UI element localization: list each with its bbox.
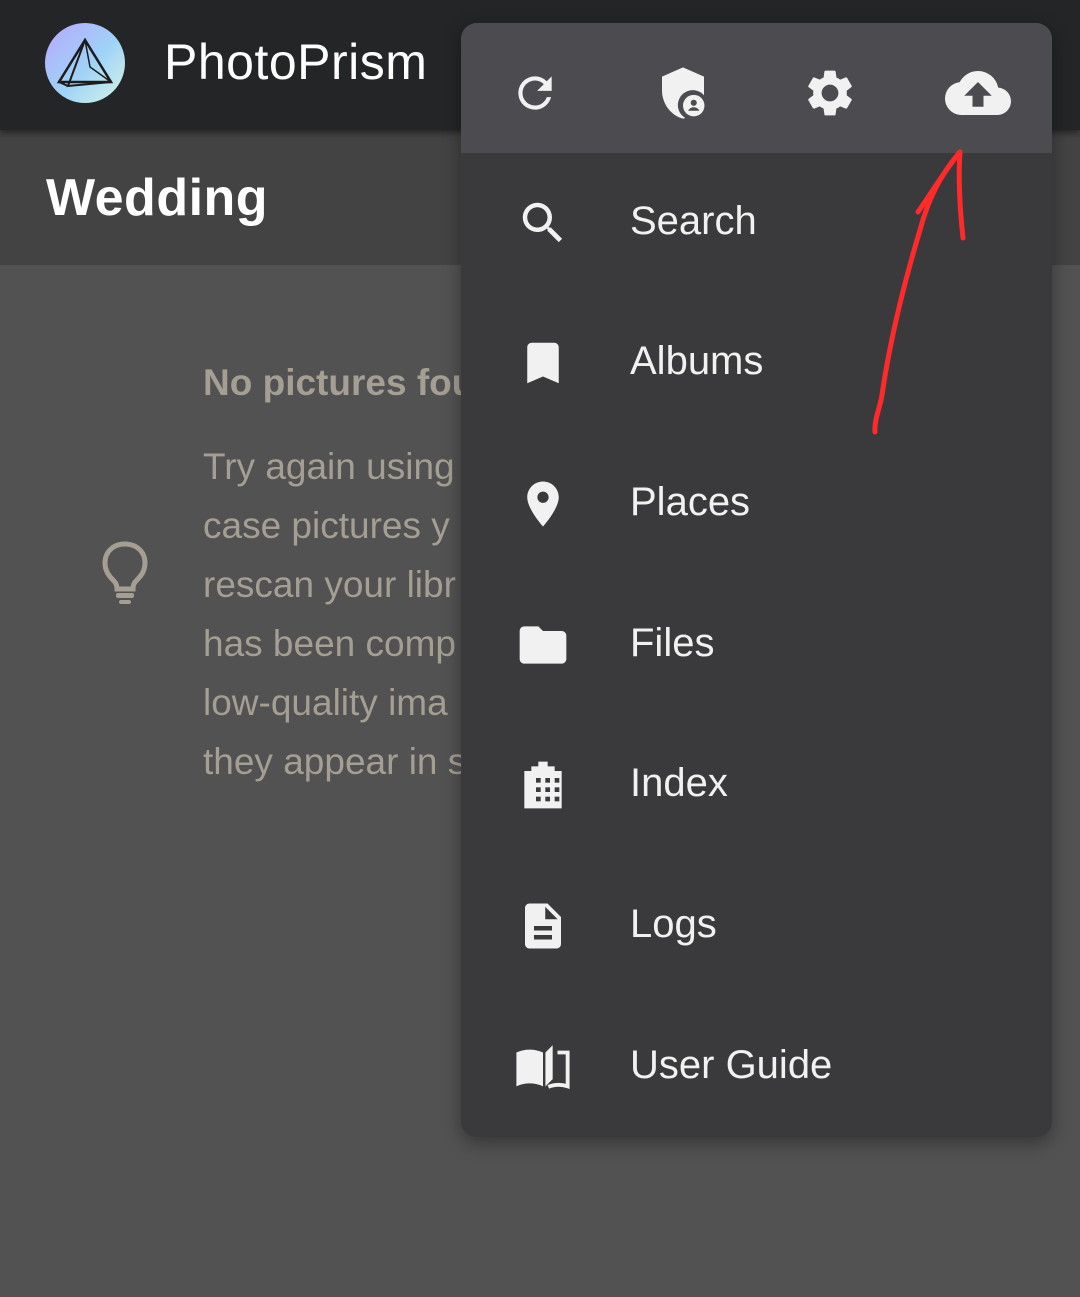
menu-item-logs[interactable]: Logs xyxy=(461,856,1052,996)
menu-item-label: Logs xyxy=(630,902,717,946)
book-open-icon xyxy=(513,1037,573,1097)
menu-item-label: Files xyxy=(630,621,715,665)
menu-item-places[interactable]: Places xyxy=(461,434,1052,574)
search-icon xyxy=(513,193,573,253)
lightbulb-icon xyxy=(100,540,150,606)
menu-item-label: Search xyxy=(630,199,757,243)
menu-item-files[interactable]: Files xyxy=(461,575,1052,715)
settings-gear-icon[interactable] xyxy=(795,58,865,128)
menu-item-albums[interactable]: Albums xyxy=(461,293,1052,433)
empty-state-line: Try again using xyxy=(203,446,455,487)
navigation-menu: Search Albums Places Files Index Logs Us… xyxy=(461,23,1052,1137)
document-icon xyxy=(513,896,573,956)
menu-item-label: Index xyxy=(630,761,728,805)
menu-item-user-guide[interactable]: User Guide xyxy=(461,997,1052,1137)
film-icon xyxy=(513,755,573,815)
menu-item-search[interactable]: Search xyxy=(461,153,1052,293)
empty-state-line: has been comp xyxy=(203,623,457,664)
photoprism-logo[interactable] xyxy=(45,23,125,103)
folder-icon xyxy=(513,615,573,675)
admin-shield-icon[interactable] xyxy=(648,58,718,128)
empty-state-line: rescan your libr xyxy=(203,564,456,605)
cloud-upload-icon[interactable] xyxy=(943,58,1013,128)
menu-item-index[interactable]: Index xyxy=(461,715,1052,855)
menu-item-label: Places xyxy=(630,480,751,524)
location-pin-icon xyxy=(513,474,573,534)
empty-state-line: they appear in s xyxy=(203,741,467,782)
refresh-icon[interactable] xyxy=(500,58,570,128)
empty-state-message: Try again using case pictures y rescan y… xyxy=(203,437,466,791)
menu-item-label: Albums xyxy=(630,339,764,383)
empty-state-title: No pictures fou xyxy=(203,362,475,403)
menu-item-label: User Guide xyxy=(630,1043,833,1087)
app-title: PhotoPrism xyxy=(164,34,428,90)
menu-actions-bar xyxy=(461,23,1052,153)
page-title: Wedding xyxy=(46,169,269,227)
bookmark-icon xyxy=(513,333,573,393)
empty-state-line: low-quality ima xyxy=(203,682,448,723)
empty-state-line: case pictures y xyxy=(203,505,450,546)
